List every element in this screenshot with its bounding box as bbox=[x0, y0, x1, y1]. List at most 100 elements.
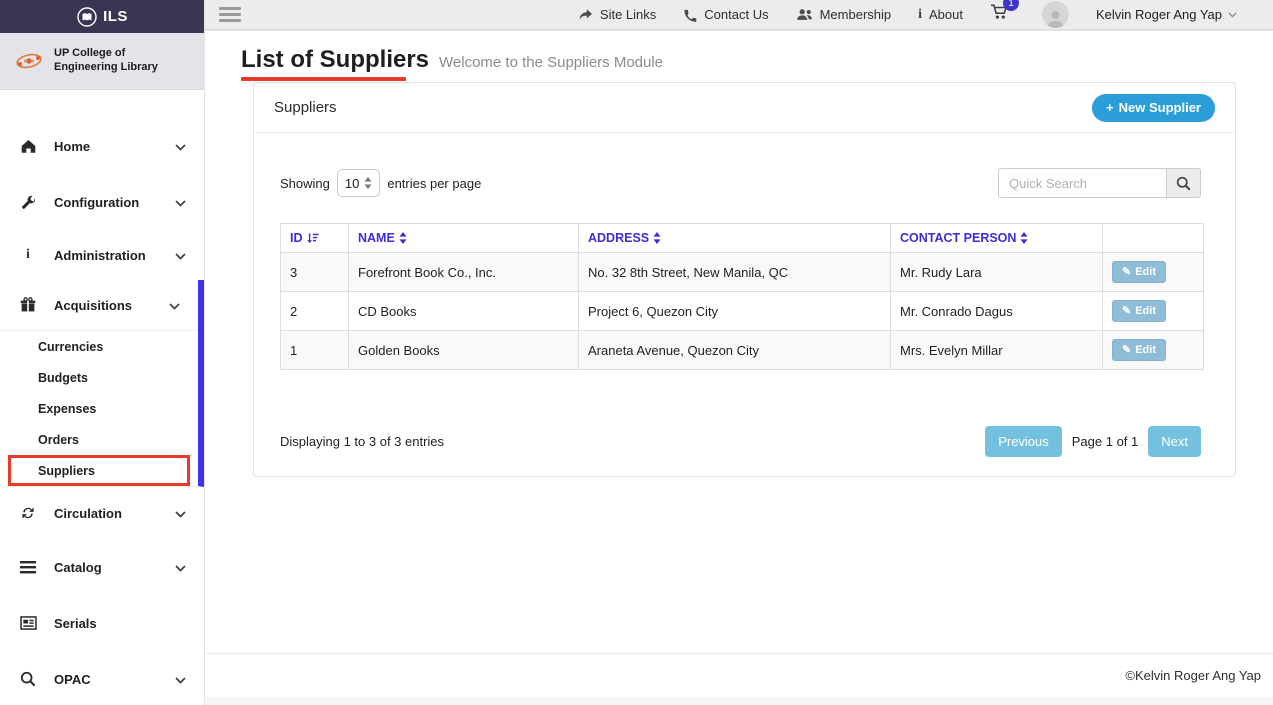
acquisitions-section: Acquisitions Currencies Budgets Expenses… bbox=[0, 280, 204, 487]
column-header-id[interactable]: ID bbox=[280, 223, 349, 253]
avatar[interactable] bbox=[1042, 1, 1069, 28]
submenu-item-suppliers[interactable]: Suppliers bbox=[8, 455, 190, 486]
chevron-down-icon bbox=[175, 506, 186, 521]
submenu-item-orders[interactable]: Orders bbox=[0, 424, 198, 455]
select-arrows-icon bbox=[364, 177, 372, 189]
sidebar-item-administration[interactable]: i Administration bbox=[0, 230, 204, 280]
membership-menu[interactable]: Membership bbox=[796, 7, 891, 22]
search-icon bbox=[18, 671, 38, 687]
panel-header: Suppliers + New Supplier bbox=[254, 83, 1235, 133]
chevron-down-icon bbox=[175, 560, 186, 575]
user-menu[interactable]: Kelvin Roger Ang Yap bbox=[1096, 7, 1237, 22]
panel-title: Suppliers bbox=[274, 99, 337, 116]
column-header-contact-person[interactable]: CONTACT PERSON bbox=[890, 223, 1103, 253]
up-library-logo-icon bbox=[16, 53, 42, 69]
phone-icon bbox=[683, 8, 697, 22]
newspaper-icon bbox=[18, 616, 38, 630]
chevron-down-icon bbox=[169, 298, 180, 313]
sidebar-item-serials[interactable]: Serials bbox=[0, 595, 204, 651]
app-name: ILS bbox=[103, 8, 128, 25]
table-controls: Showing 10 entries per page bbox=[280, 168, 1201, 198]
library-name: UP College of Engineering Library bbox=[54, 47, 158, 73]
cart-badge: 1 bbox=[1003, 0, 1019, 11]
bottom-strip bbox=[205, 697, 1273, 705]
column-header-address[interactable]: ADDRESS bbox=[578, 223, 891, 253]
submenu-item-expenses[interactable]: Expenses bbox=[0, 393, 198, 424]
search-icon bbox=[1176, 176, 1191, 190]
app-header: ILS bbox=[0, 0, 204, 33]
quick-search-input[interactable] bbox=[998, 168, 1166, 198]
entries-suffix-label: entries per page bbox=[387, 175, 482, 191]
edit-button[interactable]: ✎ Edit bbox=[1112, 300, 1166, 322]
copyright-text: ©Kelvin Roger Ang Yap bbox=[1125, 668, 1261, 683]
cell-address: Project 6, Quezon City bbox=[578, 291, 891, 331]
footer: ©Kelvin Roger Ang Yap bbox=[205, 653, 1273, 697]
plus-icon: + bbox=[1106, 100, 1114, 115]
edit-button[interactable]: ✎ Edit bbox=[1112, 339, 1166, 361]
cell-contact: Mr. Conrado Dagus bbox=[890, 291, 1103, 331]
suppliers-table: ID NAME ADDRESS CONTACT PERSON 3 Forefro… bbox=[280, 223, 1204, 370]
quick-search-group bbox=[998, 168, 1201, 198]
suppliers-panel: Suppliers + New Supplier Showing 10 entr… bbox=[253, 82, 1236, 477]
sort-updown-icon bbox=[399, 232, 407, 244]
pencil-icon: ✎ bbox=[1122, 344, 1132, 356]
next-button[interactable]: Next bbox=[1148, 426, 1201, 457]
library-brand: UP College of Engineering Library bbox=[0, 33, 204, 90]
pencil-icon: ✎ bbox=[1122, 305, 1132, 317]
cell-name: CD Books bbox=[348, 291, 579, 331]
table-row: 3 Forefront Book Co., Inc. No. 32 8th St… bbox=[280, 252, 1204, 292]
cell-id: 3 bbox=[280, 252, 349, 292]
sort-updown-icon bbox=[1020, 232, 1028, 244]
page-subtitle: Welcome to the Suppliers Module bbox=[439, 54, 664, 71]
sidebar-item-acquisitions[interactable]: Acquisitions bbox=[0, 280, 198, 330]
chevron-down-icon bbox=[1228, 11, 1237, 18]
hamburger-menu-icon[interactable] bbox=[219, 4, 241, 25]
entries-per-page-select[interactable]: 10 bbox=[336, 169, 381, 197]
info-icon: i bbox=[26, 247, 30, 262]
sidebar-item-configuration[interactable]: Configuration bbox=[0, 174, 204, 230]
sort-updown-icon bbox=[653, 232, 661, 244]
showing-label: Showing bbox=[280, 175, 330, 191]
sidebar-item-opac[interactable]: OPAC bbox=[0, 651, 204, 705]
info-icon: i bbox=[918, 6, 923, 22]
refresh-icon bbox=[18, 505, 38, 521]
annotation-red-underline bbox=[241, 77, 406, 81]
topbar: Site Links Contact Us Membership i About bbox=[205, 0, 1273, 31]
cell-address: Araneta Avenue, Quezon City bbox=[578, 330, 891, 370]
cell-name: Golden Books bbox=[348, 330, 579, 370]
edit-button[interactable]: ✎ Edit bbox=[1112, 261, 1166, 283]
book-logo-icon bbox=[77, 6, 97, 27]
site-links-menu[interactable]: Site Links bbox=[578, 7, 656, 22]
chevron-down-icon bbox=[175, 195, 186, 210]
table-row: 1 Golden Books Araneta Avenue, Quezon Ci… bbox=[280, 330, 1204, 370]
cell-id: 2 bbox=[280, 291, 349, 331]
page-heading: List of Suppliers Welcome to the Supplie… bbox=[241, 46, 664, 81]
sidebar-item-home[interactable]: Home bbox=[0, 118, 204, 174]
sidebar-item-catalog[interactable]: Catalog bbox=[0, 539, 204, 595]
column-header-actions bbox=[1102, 223, 1204, 253]
topbar-links: Site Links Contact Us Membership i About bbox=[578, 0, 1259, 28]
search-button[interactable] bbox=[1166, 168, 1201, 198]
submenu-item-budgets[interactable]: Budgets bbox=[0, 362, 198, 393]
chevron-down-icon bbox=[175, 248, 186, 263]
previous-button[interactable]: Previous bbox=[985, 426, 1062, 457]
gift-icon bbox=[18, 297, 38, 313]
column-header-name[interactable]: NAME bbox=[348, 223, 579, 253]
page-title: List of Suppliers bbox=[241, 46, 430, 73]
users-icon bbox=[796, 8, 813, 21]
contact-us-menu[interactable]: Contact Us bbox=[683, 7, 769, 22]
about-menu[interactable]: i About bbox=[918, 7, 963, 23]
sidebar-item-circulation[interactable]: Circulation bbox=[0, 487, 204, 539]
cart-button[interactable]: 1 bbox=[990, 0, 1019, 25]
share-icon bbox=[578, 8, 593, 21]
page-info: Page 1 of 1 bbox=[1071, 434, 1139, 449]
list-icon bbox=[18, 560, 38, 574]
sort-amount-desc-icon bbox=[306, 233, 319, 244]
table-header-row: ID NAME ADDRESS CONTACT PERSON bbox=[280, 223, 1204, 253]
person-icon bbox=[1047, 11, 1064, 28]
submenu-item-currencies[interactable]: Currencies bbox=[0, 331, 198, 362]
sidebar-menu: Home Configuration i Administration Acqu… bbox=[0, 118, 204, 705]
new-supplier-button[interactable]: + New Supplier bbox=[1092, 93, 1215, 122]
chevron-down-icon bbox=[175, 139, 186, 154]
pencil-icon: ✎ bbox=[1122, 266, 1132, 278]
